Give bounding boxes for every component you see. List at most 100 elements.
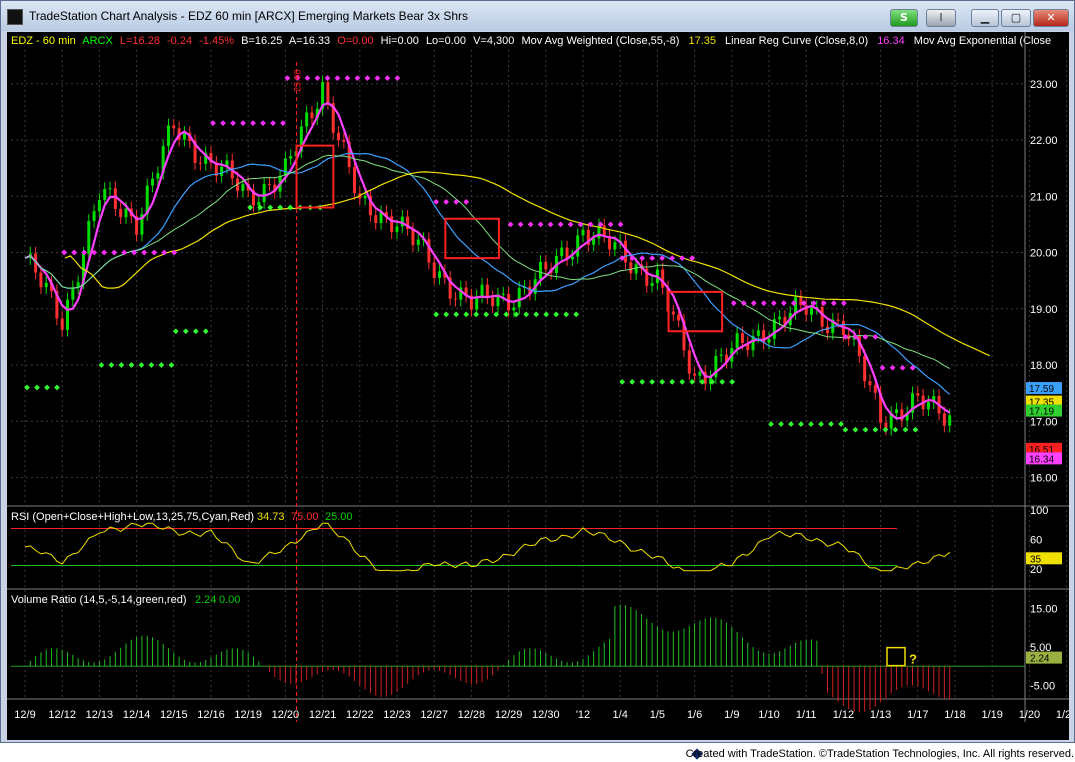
x-axis-label: 12/21 <box>309 709 337 721</box>
level-dot <box>649 379 656 385</box>
level-dot <box>443 311 450 318</box>
level-dot <box>71 249 78 256</box>
header-mavw-label: Mov Avg Weighted (Close,55,-8) <box>521 35 679 47</box>
header-hi: Hi=0.00 <box>381 35 419 47</box>
level-dot <box>364 75 371 81</box>
candle-body <box>916 393 920 396</box>
level-dot <box>537 221 544 228</box>
vertical-marker-label: 23.00 <box>293 69 303 92</box>
level-dot <box>523 311 530 318</box>
candle-body <box>544 261 548 270</box>
level-dot <box>679 379 686 385</box>
x-axis-label: 1/4 <box>613 709 628 721</box>
vr-axis-label: -5.00 <box>1030 680 1055 692</box>
chart-area[interactable]: EDZ - 60 min ARCX L=16.28 -0.24 -1.45% B… <box>7 32 1069 740</box>
title-bar[interactable]: TradeStation Chart Analysis - EDZ 60 min… <box>1 1 1074 31</box>
x-axis-label: 12/12 <box>48 709 76 721</box>
candle-body <box>363 195 367 199</box>
candle-body <box>661 269 665 288</box>
candle-body <box>283 158 287 176</box>
candle-body <box>374 215 378 224</box>
vr-question-mark: ? <box>909 652 917 667</box>
candle-body <box>868 381 872 386</box>
price-tick-label: 16.00 <box>1030 473 1058 485</box>
chart-window: TradeStation Chart Analysis - EDZ 60 min… <box>0 0 1075 762</box>
candle-body <box>650 283 654 286</box>
level-dot <box>453 311 460 318</box>
x-axis-label: 12/23 <box>383 709 411 721</box>
candle-body <box>538 261 542 280</box>
candle-body <box>427 239 431 263</box>
level-dot <box>108 362 115 368</box>
level-dot <box>250 120 256 126</box>
level-dot <box>788 421 794 427</box>
rsi-axis-label: 60 <box>1030 535 1042 547</box>
x-axis-label: 1/11 <box>796 709 817 721</box>
level-dot <box>34 384 40 391</box>
level-dot <box>453 199 460 205</box>
candle-body <box>416 239 420 245</box>
price-tick-label: 23.00 <box>1030 79 1058 91</box>
candle-body <box>390 216 394 233</box>
candle-body <box>198 162 202 164</box>
level-dot <box>557 221 564 228</box>
level-dot <box>629 255 636 261</box>
level-dot <box>344 75 351 81</box>
level-dot <box>314 75 321 81</box>
level-dot <box>334 75 341 81</box>
maximize-button[interactable]: ▢ <box>1001 9 1031 27</box>
level-dot <box>304 75 311 81</box>
level-dot <box>902 426 909 433</box>
level-dot <box>872 426 879 433</box>
level-dot <box>138 362 145 368</box>
minimize-button[interactable]: ▁ <box>971 9 999 27</box>
candle-body <box>326 82 330 103</box>
level-dot <box>547 221 554 228</box>
header-exchange: ARCX <box>82 35 113 47</box>
x-axis-label: 1/18 <box>944 709 965 721</box>
level-dot <box>830 300 837 306</box>
candle-body <box>810 307 814 315</box>
price-tag-label: 17.19 <box>1029 407 1054 418</box>
x-axis-label: 12/27 <box>420 709 448 721</box>
candle-body <box>926 402 930 410</box>
level-dot <box>852 426 859 433</box>
candle-body <box>693 373 697 376</box>
level-dot <box>862 426 869 433</box>
level-dot <box>394 75 401 81</box>
candle-body <box>453 298 457 300</box>
svg-text:EDZ - 60 min ARCX: EDZ - 60 min ARCX L=16.28 -0.24 -1.45% B… <box>11 35 1051 47</box>
header-mae-label: Mov Avg Exponential (Close <box>914 35 1051 47</box>
candle-body <box>698 371 702 376</box>
level-dot <box>629 379 636 385</box>
x-axis-label: 1/9 <box>724 709 739 721</box>
app-icon[interactable] <box>7 9 23 25</box>
close-button[interactable]: ✕ <box>1033 9 1069 27</box>
level-dot <box>324 75 331 81</box>
header-lrc-value: 16.34 <box>877 35 905 47</box>
candle-body <box>581 229 585 236</box>
chart-svg[interactable]: EDZ - 60 min ARCX L=16.28 -0.24 -1.45% B… <box>7 32 1069 740</box>
header-last: L=16.28 <box>120 35 160 47</box>
level-dot <box>639 379 646 385</box>
level-dot <box>750 300 757 306</box>
symbol-link-button[interactable]: S <box>890 9 918 27</box>
level-dot <box>798 421 804 427</box>
level-dot <box>151 249 158 256</box>
level-dot <box>760 300 767 306</box>
candle-body <box>825 326 829 334</box>
level-dot <box>101 249 108 256</box>
vr-tag-label: 2.24 <box>1030 654 1050 665</box>
rsi-overbought: 75.00 <box>291 511 319 523</box>
price-tag-label: 16.34 <box>1029 454 1054 465</box>
vr-label: Volume Ratio (14,5,-5,14,green,red) <box>11 594 187 606</box>
info-button[interactable]: I <box>926 9 956 27</box>
x-axis-label: 1/20 <box>1019 709 1040 721</box>
level-dot <box>260 120 266 126</box>
level-dot <box>54 384 60 391</box>
candle-body <box>480 284 484 297</box>
level-dot <box>182 328 189 335</box>
candle-body <box>438 271 442 278</box>
level-dot <box>141 249 148 256</box>
level-dot <box>669 255 676 261</box>
